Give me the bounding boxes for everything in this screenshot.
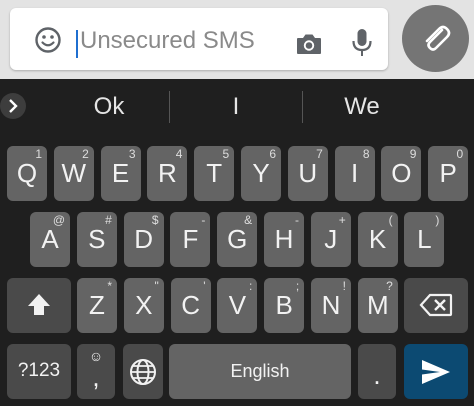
key-z[interactable]: * Z (77, 278, 117, 333)
key-f[interactable]: -F (170, 212, 211, 267)
symbols-key[interactable]: ?123 (7, 344, 71, 399)
key-o[interactable]: 9O (381, 146, 422, 201)
key-e[interactable]: 3E (100, 146, 141, 201)
key-label: N (321, 290, 341, 320)
backspace-key[interactable] (404, 278, 468, 333)
key-g[interactable]: & G (217, 212, 258, 267)
key-a[interactable]: @ A (30, 212, 70, 267)
space-key-label: English (230, 361, 290, 381)
key-j[interactable]: + J (310, 212, 351, 267)
mic-icon[interactable] (351, 28, 373, 58)
key-i[interactable]: 8I (334, 146, 375, 201)
backspace-icon (419, 293, 453, 317)
key-x[interactable]: " X (123, 278, 164, 333)
symbols-key-label: ?123 (17, 360, 61, 381)
key-label: Z (89, 290, 105, 320)
message-input[interactable] (80, 24, 280, 58)
period-key[interactable]: . (358, 344, 396, 399)
attach-button[interactable] (402, 5, 469, 72)
emoji-comma-key[interactable]: ☺ , (77, 344, 115, 399)
key-label: S (88, 224, 106, 254)
key-y[interactable]: 6Y (241, 146, 281, 201)
key-label: R (158, 158, 177, 188)
paperclip-icon (425, 25, 451, 51)
emoji-icon[interactable] (34, 26, 62, 54)
send-icon (422, 360, 450, 384)
key-label: U (298, 158, 318, 188)
key-label: L (417, 224, 432, 254)
suggestion-3[interactable]: We (302, 93, 422, 123)
key-label: K (368, 224, 387, 254)
key-label: B (275, 290, 293, 320)
key-q[interactable]: 1Q (7, 146, 47, 201)
key-label: W (61, 158, 87, 188)
key-label: Y (252, 158, 270, 188)
key-d[interactable]: $ D (123, 212, 164, 267)
key-label: V (228, 290, 247, 320)
key-h[interactable]: -H (264, 212, 304, 267)
period-label: . (373, 360, 381, 390)
key-label: X (135, 290, 153, 320)
send-key[interactable] (404, 344, 468, 399)
language-key[interactable] (123, 344, 163, 399)
key-label: T (206, 158, 223, 188)
key-label: H (274, 224, 294, 254)
compose-field[interactable] (10, 8, 388, 70)
key-label: D (134, 224, 153, 254)
key-label: M (366, 290, 389, 320)
key-p[interactable]: 0P (428, 146, 469, 201)
key-label: E (111, 158, 130, 188)
compose-bar (0, 0, 474, 79)
key-b[interactable]: ; B (264, 278, 305, 333)
key-label: F (182, 224, 199, 254)
key-s[interactable]: # S (76, 212, 117, 267)
key-label: J (324, 224, 338, 254)
key-m[interactable]: ? M (357, 278, 398, 333)
suggestion-2[interactable]: I (176, 93, 296, 123)
key-r[interactable]: 4R (147, 146, 188, 201)
key-l[interactable]: ) L (404, 212, 445, 267)
text-cursor (76, 30, 78, 58)
shift-key[interactable] (7, 278, 71, 333)
divider (169, 91, 170, 123)
shift-icon (28, 294, 50, 315)
key-v[interactable]: :V (217, 278, 258, 333)
key-label: I (350, 158, 359, 188)
key-c[interactable]: ' C (170, 278, 211, 333)
key-n[interactable]: ! N (311, 278, 351, 333)
comma-label: , (92, 362, 100, 392)
key-w[interactable]: 2W (53, 146, 94, 201)
key-u[interactable]: 7U (287, 146, 328, 201)
key-label: G (227, 224, 248, 254)
chevron-right-icon (9, 99, 18, 113)
key-label: P (439, 158, 457, 188)
key-label: C (181, 290, 200, 320)
key-k[interactable]: (K (357, 212, 398, 267)
globe-icon (130, 359, 156, 385)
key-label: O (391, 158, 412, 188)
key-label: A (41, 224, 59, 254)
suggestion-strip: Ok I We (0, 79, 474, 135)
camera-icon[interactable] (295, 32, 323, 56)
key-t[interactable]: 5T (194, 146, 235, 201)
suggestion-1[interactable]: Ok (49, 93, 169, 123)
suggestion-expand-button[interactable] (0, 93, 26, 119)
space-key[interactable]: English (169, 344, 351, 399)
key-label: Q (16, 158, 38, 188)
